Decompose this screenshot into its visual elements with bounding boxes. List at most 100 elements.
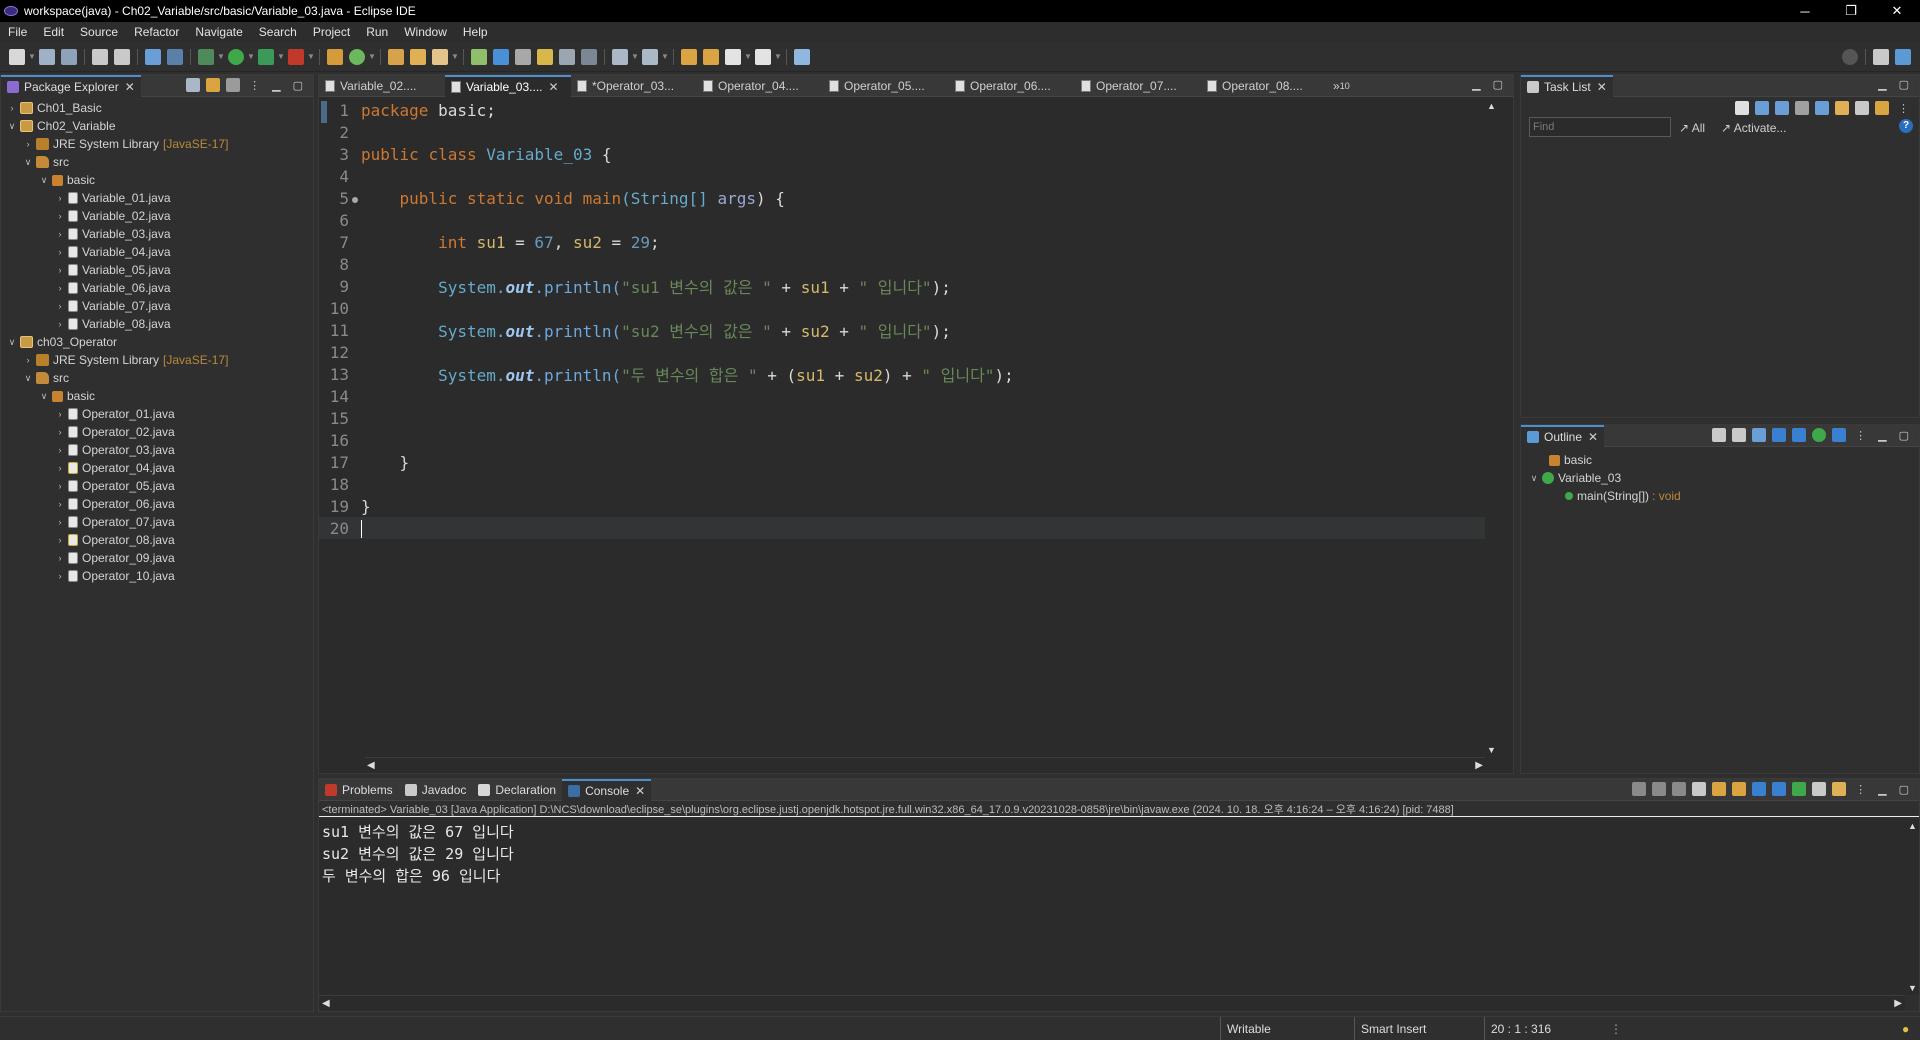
tree-item[interactable]: › Variable_01.java bbox=[1, 189, 313, 207]
chevron-down-icon[interactable]: ▼ bbox=[774, 49, 782, 65]
forward-icon[interactable] bbox=[755, 48, 771, 65]
new-task-icon[interactable] bbox=[1735, 101, 1749, 115]
new-java-project-icon[interactable] bbox=[327, 48, 343, 65]
code-line[interactable]: 1 package basic; bbox=[319, 99, 1485, 123]
code-line[interactable]: 2 bbox=[319, 121, 1485, 143]
collapse-all-icon[interactable] bbox=[1712, 428, 1727, 442]
toggle-ant-mark-icon[interactable] bbox=[471, 48, 487, 65]
tree-item[interactable]: › Operator_02.java bbox=[1, 423, 313, 441]
outline-item-package[interactable]: basic bbox=[1521, 451, 1919, 469]
chevron-right-icon[interactable]: › bbox=[55, 463, 65, 473]
minimize-view-icon[interactable]: ▁ bbox=[1878, 429, 1886, 442]
next-edit-location-icon[interactable] bbox=[703, 48, 719, 65]
code-line[interactable]: 9 System.out.println("su1 변수의 값은 " + su1… bbox=[319, 275, 1485, 298]
editor-tab[interactable]: Variable_02.... bbox=[319, 75, 445, 97]
chevron-down-icon[interactable]: ∨ bbox=[7, 337, 17, 348]
tree-item[interactable]: › Variable_04.java bbox=[1, 243, 313, 261]
code-line[interactable]: 6 bbox=[319, 209, 1485, 231]
remove-launch-icon[interactable] bbox=[1652, 782, 1667, 796]
open-resource-icon[interactable] bbox=[410, 48, 426, 65]
tree-item[interactable]: ∨ src bbox=[1, 153, 313, 171]
pin-console-icon[interactable] bbox=[1792, 782, 1807, 796]
collapse-all-icon[interactable] bbox=[186, 78, 201, 92]
chevron-down-icon[interactable]: ∨ bbox=[23, 157, 33, 168]
search-icon[interactable] bbox=[1842, 49, 1858, 65]
scroll-right-icon[interactable]: ▶ bbox=[1894, 998, 1902, 1009]
chevron-right-icon[interactable]: › bbox=[55, 283, 65, 293]
scroll-left-icon[interactable]: ◀ bbox=[367, 760, 375, 771]
tree-item[interactable]: › Operator_04.java bbox=[1, 459, 313, 477]
view-menu-icon[interactable]: ⋮ bbox=[1898, 102, 1909, 115]
restore-button[interactable]: ❐ bbox=[1828, 0, 1874, 22]
editor-tab[interactable]: Operator_08.... bbox=[1201, 75, 1327, 97]
close-icon[interactable]: ✕ bbox=[125, 80, 135, 94]
chevron-down-icon[interactable]: ▼ bbox=[277, 49, 285, 65]
synchronize-icon[interactable] bbox=[1835, 101, 1849, 115]
tree-item[interactable]: ∨ basic bbox=[1, 171, 313, 189]
tree-item[interactable]: ∨ ch03_Operator bbox=[1, 333, 313, 351]
status-menu-icon[interactable]: ⋮ bbox=[1604, 1017, 1622, 1040]
code-line[interactable]: 15 bbox=[319, 407, 1485, 429]
new-class-icon[interactable] bbox=[349, 48, 365, 65]
view-menu-icon[interactable]: ⋮ bbox=[1855, 783, 1866, 796]
maximize-editor-icon[interactable]: ▢ bbox=[1493, 78, 1503, 91]
tree-item[interactable]: › Operator_09.java bbox=[1, 549, 313, 567]
chevron-right-icon[interactable]: › bbox=[55, 247, 65, 257]
tree-item[interactable]: › Variable_05.java bbox=[1, 261, 313, 279]
java-perspective-icon[interactable] bbox=[1895, 49, 1911, 65]
tree-item[interactable]: ∨ Ch02_Variable bbox=[1, 117, 313, 135]
editor-tab-overflow[interactable]: » 10 bbox=[1327, 75, 1367, 97]
scroll-up-icon[interactable]: ▲ bbox=[1908, 821, 1917, 831]
tree-item[interactable]: › Operator_05.java bbox=[1, 477, 313, 495]
code-line[interactable]: 3 public class Variable_03 { bbox=[319, 143, 1485, 165]
chevron-down-icon[interactable]: ▼ bbox=[217, 49, 225, 65]
status-insert-mode[interactable]: Smart Insert bbox=[1354, 1017, 1484, 1040]
chevron-right-icon[interactable]: › bbox=[55, 571, 65, 581]
maximize-view-icon[interactable]: ▢ bbox=[293, 79, 303, 92]
chevron-right-icon[interactable]: › bbox=[23, 139, 33, 149]
scroll-down-icon[interactable]: ▼ bbox=[1487, 745, 1496, 755]
tree-item[interactable]: › JRE System Library [JavaSE-17] bbox=[1, 135, 313, 153]
menu-edit[interactable]: Edit bbox=[35, 25, 72, 39]
coverage-icon[interactable] bbox=[258, 48, 274, 65]
outline-item-method[interactable]: main(String[]) : void bbox=[1521, 487, 1919, 505]
tree-item[interactable]: ∨ basic bbox=[1, 387, 313, 405]
tree-item[interactable]: › Operator_10.java bbox=[1, 567, 313, 585]
editor-tab[interactable]: Operator_04.... bbox=[697, 75, 823, 97]
show-on-output-icon[interactable] bbox=[1752, 782, 1767, 796]
chevron-right-icon[interactable]: › bbox=[55, 427, 65, 437]
chevron-down-icon[interactable]: ▼ bbox=[28, 49, 36, 65]
filter-icon[interactable] bbox=[226, 78, 241, 92]
terminate-icon[interactable] bbox=[1632, 782, 1647, 796]
task-find-input[interactable] bbox=[1529, 117, 1671, 137]
chevron-down-icon[interactable]: ▼ bbox=[368, 49, 376, 65]
collapse-all-icon[interactable] bbox=[1855, 101, 1869, 115]
focus-icon[interactable] bbox=[1795, 101, 1809, 115]
next-annotation-icon[interactable] bbox=[612, 48, 628, 65]
code-line[interactable]: 18 bbox=[319, 473, 1485, 495]
code-line[interactable]: 5 public static void main(String[] args)… bbox=[319, 187, 1485, 209]
tree-item[interactable]: › Variable_07.java bbox=[1, 297, 313, 315]
search-files-icon[interactable] bbox=[432, 48, 448, 65]
chevron-down-icon[interactable]: ▼ bbox=[451, 49, 459, 65]
tab-problems[interactable]: Problems bbox=[319, 779, 399, 801]
tree-item[interactable]: › Variable_02.java bbox=[1, 207, 313, 225]
close-button[interactable]: ✕ bbox=[1874, 0, 1920, 22]
open-perspective-icon[interactable] bbox=[1873, 49, 1889, 65]
code-line[interactable]: 14 bbox=[319, 385, 1485, 407]
chevron-right-icon[interactable]: › bbox=[55, 553, 65, 563]
scheduled-icon[interactable] bbox=[1775, 101, 1789, 115]
outline-item-class[interactable]: ∨ Variable_03 bbox=[1521, 469, 1919, 487]
code-line[interactable]: 13 System.out.println("두 변수의 합은 " + (su1… bbox=[319, 363, 1485, 386]
chevron-down-icon[interactable]: ∨ bbox=[23, 373, 33, 384]
editor-tab[interactable]: *Operator_03... bbox=[571, 75, 697, 97]
toggle-highlight-icon[interactable] bbox=[559, 48, 575, 65]
code-line[interactable]: 17 } bbox=[319, 451, 1485, 473]
scroll-right-icon[interactable]: ▶ bbox=[1475, 760, 1483, 771]
scroll-up-icon[interactable]: ▲ bbox=[1487, 101, 1496, 111]
fold-icon[interactable] bbox=[352, 196, 358, 203]
code-line[interactable]: 4 bbox=[319, 165, 1485, 187]
activate-task-link[interactable]: ↗ Activate... bbox=[1721, 121, 1786, 135]
tree-item[interactable]: › Variable_06.java bbox=[1, 279, 313, 297]
tree-item[interactable]: › Operator_03.java bbox=[1, 441, 313, 459]
